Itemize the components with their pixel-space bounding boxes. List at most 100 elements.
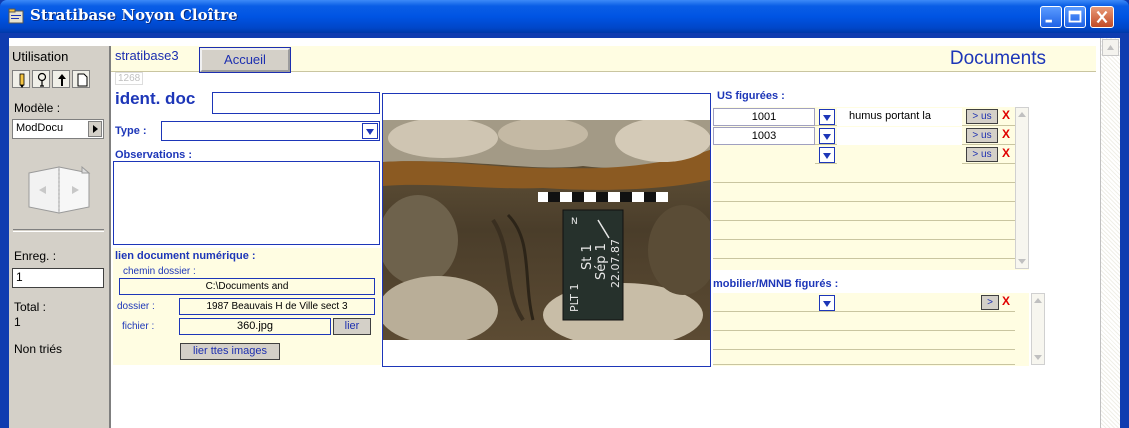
observations-field[interactable]	[113, 161, 380, 245]
table-row: > X	[713, 294, 1015, 312]
table-row	[713, 313, 1015, 331]
search-icon	[37, 72, 47, 87]
chevron-down-icon	[1034, 355, 1042, 360]
observations-label: Observations :	[115, 149, 193, 161]
record-number-input[interactable]: 1	[12, 268, 104, 288]
minimize-icon	[1045, 19, 1052, 23]
app-icon	[8, 8, 24, 24]
record-label: Enreg. :	[14, 249, 57, 263]
app-window: Stratibase Noyon Cloître Utilisation Mod…	[0, 0, 1129, 428]
record-navigator[interactable]	[24, 165, 94, 215]
maximize-button[interactable]	[1064, 6, 1086, 28]
maximize-icon	[1068, 10, 1082, 23]
ident-input[interactable]	[212, 92, 380, 114]
type-select[interactable]	[161, 121, 380, 141]
digital-link-label: lien document numérique :	[115, 250, 256, 262]
delete-row-button[interactable]: X	[1002, 108, 1010, 122]
us-portal-scrollbar[interactable]	[1015, 107, 1029, 269]
sort-icon	[58, 74, 66, 86]
type-dropdown-button[interactable]	[362, 123, 378, 139]
us-description	[837, 146, 962, 164]
table-row	[713, 241, 1015, 259]
us-dropdown-button[interactable]	[819, 109, 835, 125]
table-row	[713, 165, 1015, 183]
model-value: ModDocu	[16, 122, 64, 134]
chevron-right-icon[interactable]	[88, 121, 102, 137]
goto-us-button[interactable]: > us	[966, 128, 998, 143]
goto-mobilier-button[interactable]: >	[981, 295, 999, 310]
chevron-up-icon	[1107, 45, 1114, 50]
mobilier-portal-scrollbar[interactable]	[1031, 293, 1045, 365]
folder-path-field[interactable]: C:\Documents and	[119, 278, 375, 295]
scroll-up-button[interactable]	[1102, 39, 1119, 56]
browse-mode-button[interactable]	[12, 70, 30, 88]
chevron-down-icon	[366, 129, 374, 135]
chevron-down-icon	[823, 134, 831, 140]
us-dropdown-button[interactable]	[819, 147, 835, 163]
chevron-down-icon	[1018, 259, 1026, 264]
table-row: 1003 > us X	[713, 127, 1015, 145]
total-value: 1	[14, 315, 21, 329]
us-description	[837, 127, 962, 145]
link-button[interactable]: lier	[333, 318, 371, 335]
model-select[interactable]: ModDocu	[12, 119, 104, 139]
table-row	[713, 222, 1015, 240]
folder-field[interactable]: 1987 Beauvais H de Ville sect 3	[179, 298, 375, 315]
excavation-photo: PLT 1 St 1 Sép 1 22.07.87 N	[383, 120, 710, 340]
type-label: Type :	[115, 125, 147, 137]
photo-board-line-3: 22.07.87	[609, 239, 622, 288]
pencil-icon	[19, 73, 25, 88]
database-name: stratibase3	[115, 48, 179, 63]
header-bar: stratibase3 Accueil Documents	[111, 46, 1096, 73]
us-dropdown-button[interactable]	[819, 128, 835, 144]
minimize-button[interactable]	[1040, 6, 1062, 28]
close-button[interactable]	[1090, 6, 1114, 28]
goto-us-button[interactable]: > us	[966, 147, 998, 162]
find-mode-button[interactable]	[32, 70, 50, 88]
table-row	[713, 203, 1015, 221]
us-description: humus portant la	[837, 108, 962, 126]
record-id: 1268	[115, 72, 144, 85]
status-toolbar: Utilisation Modèle : ModDocu Enreg.: 1 …	[9, 46, 111, 428]
table-row: 1001 humus portant la > us X	[713, 108, 1015, 126]
folder-path-label: chemin dossier :	[123, 266, 196, 277]
us-number-field[interactable]: 1001	[713, 108, 815, 126]
folder-label: dossier :	[117, 301, 155, 312]
toolbar-divider	[13, 229, 104, 232]
home-button[interactable]: Accueil	[199, 47, 291, 73]
delete-mobilier-button[interactable]: X	[1002, 294, 1010, 308]
sort-mode-button[interactable]	[52, 70, 70, 88]
preview-mode-button[interactable]	[72, 70, 90, 88]
image-frame[interactable]: PLT 1 St 1 Sép 1 22.07.87 N	[382, 93, 711, 367]
us-number-field[interactable]: 1003	[713, 127, 815, 145]
chevron-down-icon	[823, 301, 831, 307]
photo-board-line-2: Sép 1	[594, 243, 609, 280]
title-bar[interactable]: Stratibase Noyon Cloître	[0, 0, 1129, 33]
ident-label: ident. doc	[115, 89, 196, 108]
delete-row-button[interactable]: X	[1002, 146, 1010, 160]
mobilier-dropdown-button[interactable]	[819, 295, 835, 311]
file-field[interactable]: 360.jpg	[179, 318, 331, 335]
us-figurees-label: US figurées :	[717, 90, 785, 102]
window-title: Stratibase Noyon Cloître	[30, 6, 238, 24]
vertical-scrollbar[interactable]	[1100, 38, 1120, 428]
mode-label: Utilisation	[12, 49, 69, 64]
photo-board-line-1: St 1	[580, 244, 595, 270]
chevron-down-icon	[823, 115, 831, 121]
sort-status: Non triés	[14, 342, 63, 356]
chevron-down-icon	[823, 153, 831, 159]
chevron-right-icon-glyph	[93, 125, 98, 133]
table-row	[713, 347, 1015, 365]
us-number-field[interactable]	[713, 146, 815, 164]
chevron-up-icon	[1018, 112, 1026, 117]
close-icon	[1096, 10, 1108, 24]
goto-us-button[interactable]: > us	[966, 109, 998, 124]
page-icon	[77, 73, 88, 87]
us-figurees-portal: 1001 humus portant la > us X 1003 > us X	[713, 107, 1029, 270]
page-title: Documents	[949, 48, 1046, 69]
link-all-images-button[interactable]: lier ttes images	[180, 343, 280, 360]
photo-board-side: PLT 1	[568, 284, 581, 312]
delete-row-button[interactable]: X	[1002, 127, 1010, 141]
table-row	[713, 184, 1015, 202]
table-row: > us X	[713, 146, 1015, 164]
